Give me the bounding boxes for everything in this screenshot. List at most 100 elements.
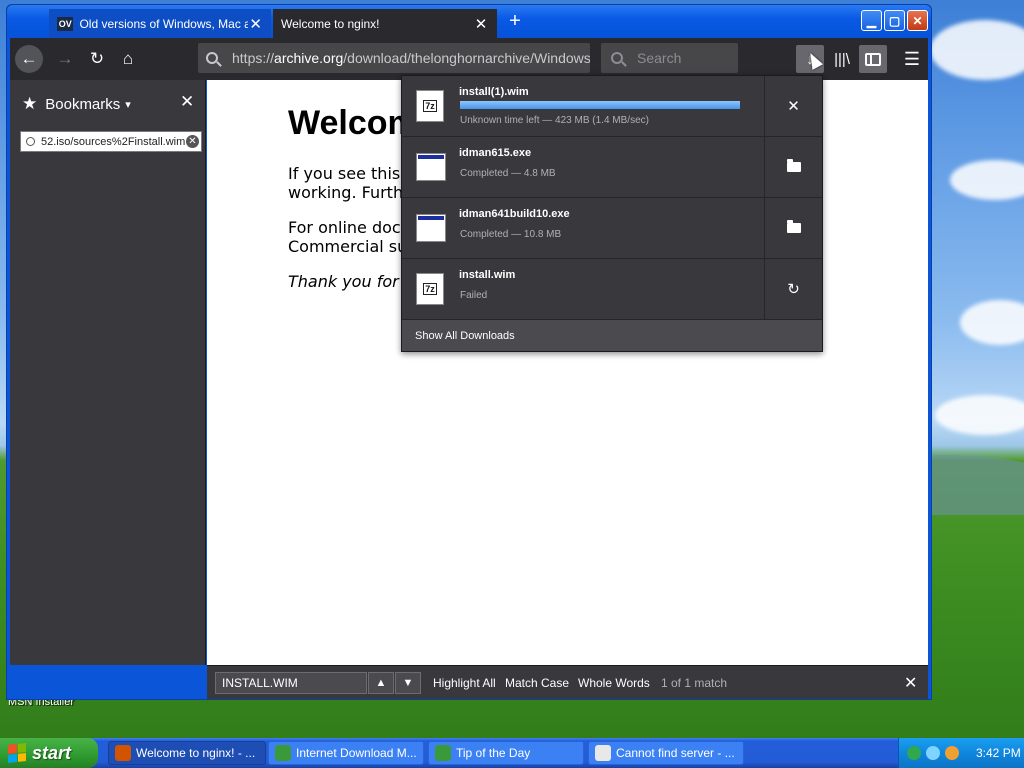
whole-words-toggle[interactable]: Whole Words — [578, 676, 650, 690]
start-label: start — [32, 742, 72, 763]
taskbar-button-nginx[interactable]: Welcome to nginx! - ... — [108, 741, 266, 765]
search-input[interactable]: Search — [601, 43, 738, 73]
cloud — [960, 300, 1024, 345]
progress-fill — [460, 101, 740, 109]
text-line: working. Furthe — [288, 183, 413, 202]
search-icon[interactable] — [945, 746, 959, 760]
taskbar-button-tip[interactable]: Tip of the Day — [428, 741, 584, 765]
download-item[interactable]: idman615.exe Completed — 4.8 MB — [402, 137, 822, 198]
paragraph-docs: For online docu Commercial sup — [288, 218, 417, 256]
find-next-button[interactable]: ▼ — [395, 672, 421, 694]
download-name: install(1).wim — [459, 86, 529, 98]
idm-icon — [435, 745, 451, 761]
tab-old-versions[interactable]: OV Old versions of Windows, Mac and ✕ — [49, 9, 271, 38]
download-item[interactable]: idman641build10.exe Completed — 10.8 MB — [402, 198, 822, 259]
download-name: idman615.exe — [459, 147, 532, 159]
search-icon — [26, 137, 35, 146]
download-progress-bar — [460, 101, 740, 109]
url-bar[interactable]: https://archive.org/download/thelonghorn… — [198, 43, 590, 73]
clear-search-icon[interactable]: ✕ — [186, 135, 199, 148]
idm-icon — [275, 745, 291, 761]
match-case-toggle[interactable]: Match Case — [505, 676, 569, 690]
menu-button[interactable]: ☰ — [898, 45, 926, 73]
find-input[interactable]: INSTALL.WIM — [215, 672, 367, 694]
taskbar-button-label: Tip of the Day — [456, 746, 531, 760]
close-find-bar-icon[interactable]: ✕ — [904, 673, 917, 693]
reload-button[interactable]: ↻ — [83, 45, 111, 73]
taskbar-button-label: Internet Download M... — [296, 746, 417, 760]
find-previous-button[interactable]: ▲ — [368, 672, 394, 694]
navigation-toolbar: ← → ↻ ⌂ https://archive.org/download/the… — [10, 38, 928, 80]
highlight-all-toggle[interactable]: Highlight All — [433, 676, 496, 690]
chevron-up-icon: ▲ — [375, 677, 387, 689]
star-icon: ★ — [22, 94, 38, 113]
tab-welcome-nginx[interactable]: Welcome to nginx! ✕ — [273, 9, 497, 38]
download-item[interactable]: 7z install.wim Failed ↻ — [402, 259, 822, 320]
download-item[interactable]: 7z install(1).wim Unknown time left — 42… — [402, 76, 822, 137]
sidebar-toggle-button[interactable] — [859, 45, 887, 73]
bookmarks-sidebar: ★ Bookmarks ▾ ✕ 52.iso/sources%2Finstall… — [10, 80, 206, 665]
cloud — [950, 160, 1024, 200]
close-tab-icon[interactable]: ✕ — [248, 15, 263, 33]
sidebar-title: Bookmarks — [45, 95, 121, 113]
exe-window-icon — [416, 214, 446, 242]
download-name: idman641build10.exe — [459, 208, 570, 220]
text-line: For online docu — [288, 218, 411, 237]
system-tray: 3:42 PM — [898, 738, 1024, 768]
text-line: Commercial sup — [288, 237, 418, 256]
taskbar-button-label: Welcome to nginx! - ... — [136, 746, 256, 760]
folder-icon — [786, 159, 801, 172]
download-status: Completed — 4.8 MB — [460, 168, 556, 179]
search-icon — [611, 52, 623, 64]
downloads-panel: 7z install(1).wim Unknown time left — 42… — [401, 75, 823, 352]
sidebar-header[interactable]: ★ Bookmarks ▾ — [22, 94, 131, 114]
home-button[interactable]: ⌂ — [114, 45, 142, 73]
cancel-download-button[interactable]: ✕ — [764, 76, 822, 136]
back-button[interactable]: ← — [15, 45, 43, 73]
text-line: If you see this p — [288, 164, 416, 183]
url-path: /download/thelonghornarchive/Windows%2 — [343, 50, 590, 66]
show-all-downloads-button[interactable]: Show All Downloads — [402, 320, 822, 351]
network-icon[interactable] — [907, 746, 921, 760]
start-button[interactable]: start — [0, 738, 98, 768]
library-button[interactable]: |||\ — [828, 45, 856, 73]
close-tab-icon[interactable]: ✕ — [473, 15, 489, 33]
clock: 3:42 PM — [976, 746, 1021, 760]
download-status: Completed — 10.8 MB — [460, 229, 562, 240]
retry-download-button[interactable]: ↻ — [764, 259, 822, 319]
new-tab-button[interactable]: + — [505, 11, 525, 31]
forward-button[interactable]: → — [51, 45, 79, 73]
url-domain: archive.org — [274, 50, 344, 66]
download-status: Failed — [460, 290, 488, 301]
tab-title: Old versions of Windows, Mac and — [79, 16, 249, 31]
search-icon — [206, 52, 218, 64]
chevron-down-icon: ▾ — [125, 98, 131, 111]
ov-favicon-icon: OV — [57, 16, 74, 31]
taskbar-button-cannot-find[interactable]: Cannot find server - ... — [588, 741, 744, 765]
close-sidebar-icon[interactable]: ✕ — [180, 92, 194, 112]
sidebar-icon — [865, 52, 881, 66]
retry-icon: ↻ — [787, 281, 800, 298]
minimize-button[interactable]: ▁ — [861, 10, 882, 31]
download-status: Unknown time left — 423 MB (1.4 MB/sec) — [460, 115, 649, 126]
open-folder-button[interactable] — [764, 198, 822, 258]
bookmarks-search-input[interactable]: 52.iso/sources%2Finstall.wim ✕ — [20, 131, 202, 152]
close-window-button[interactable]: ✕ — [907, 10, 928, 31]
taskbar: start Welcome to nginx! - ... Internet D… — [0, 738, 1024, 768]
cloud — [930, 20, 1024, 80]
7z-archive-icon: 7z — [416, 90, 444, 122]
library-icon: |||\ — [834, 50, 850, 68]
folder-icon — [786, 220, 801, 233]
windows-flag-icon — [8, 743, 26, 763]
open-folder-button[interactable] — [764, 137, 822, 197]
taskbar-button-idm[interactable]: Internet Download M... — [268, 741, 424, 765]
maximize-button[interactable]: ▢ — [884, 10, 905, 31]
ie-page-icon — [595, 745, 611, 761]
bookmarks-search-value: 52.iso/sources%2Finstall.wim — [41, 135, 186, 148]
msn-icon[interactable] — [926, 746, 940, 760]
7z-archive-icon: 7z — [416, 273, 444, 305]
hamburger-icon: ☰ — [903, 48, 921, 69]
close-icon: ✕ — [787, 98, 800, 115]
paragraph-intro: If you see this p working. Furthe — [288, 164, 415, 202]
url-prefix: https:// — [232, 50, 275, 66]
